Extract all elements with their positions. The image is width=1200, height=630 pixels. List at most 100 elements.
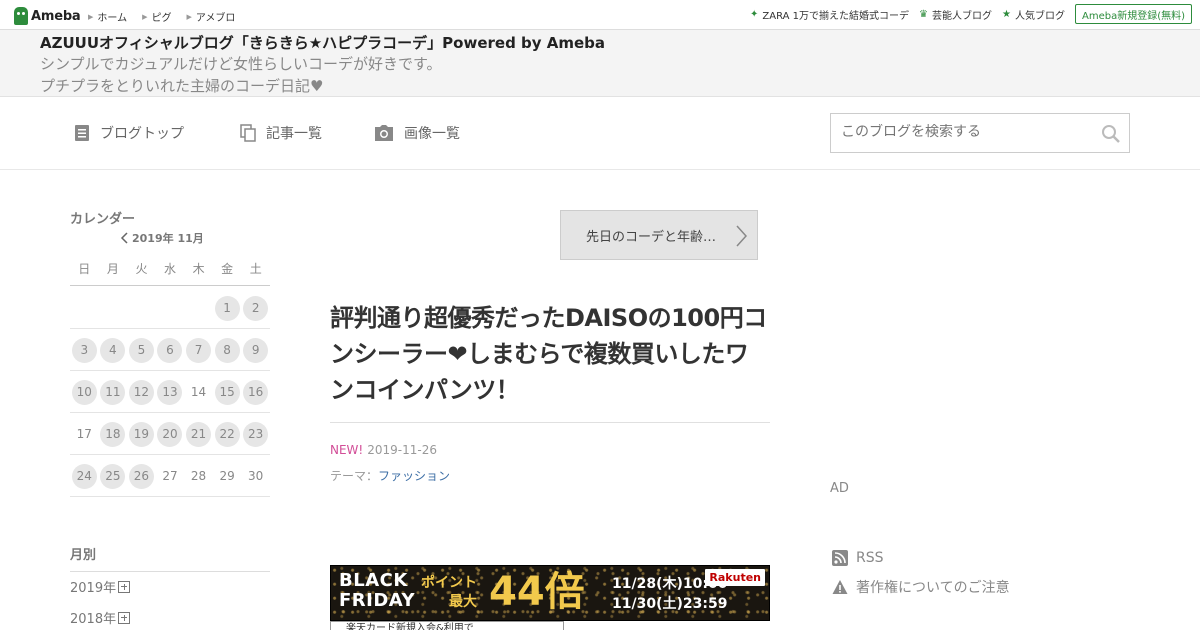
article-meta: NEW! 2019-11-26 bbox=[330, 443, 437, 457]
nav-link-pigg[interactable]: ▶ ピグ bbox=[142, 9, 171, 25]
blog-header: AZUUUオフィシャルブログ「きらきら★ハピプラコーデ」Powered by A… bbox=[0, 30, 1200, 97]
calendar-day: 28 bbox=[184, 455, 213, 497]
calendar-day-number: 20 bbox=[157, 421, 183, 447]
calendar-day-number bbox=[129, 296, 154, 321]
calendar-day[interactable]: 21 bbox=[184, 413, 213, 455]
chevron-right-icon: ▶ bbox=[186, 12, 192, 21]
calendar-day[interactable]: 22 bbox=[213, 413, 242, 455]
banner-text: 11/30(土)23:59 bbox=[612, 596, 728, 612]
document-icon bbox=[75, 125, 89, 141]
calendar-week-row: 3456789 bbox=[70, 329, 270, 371]
calendar-day: 17 bbox=[70, 413, 99, 455]
calendar-day-number: 5 bbox=[128, 337, 154, 363]
new-badge: NEW! bbox=[330, 443, 364, 457]
weekday-label: 日 bbox=[78, 262, 91, 276]
calendar-day-number bbox=[100, 296, 125, 321]
calendar-day[interactable]: 25 bbox=[99, 455, 128, 497]
calendar-day[interactable]: 8 bbox=[213, 329, 242, 371]
calendar-month: 2019年 11月 bbox=[120, 230, 204, 246]
calendar-day-number: 11 bbox=[100, 379, 126, 405]
expand-plus-icon[interactable] bbox=[118, 611, 131, 624]
link-popular-blog[interactable]: ★ 人気ブログ bbox=[1002, 7, 1065, 22]
calendar-week-row: 12 bbox=[70, 287, 270, 329]
calendar-day-number: 19 bbox=[128, 421, 154, 447]
theme-prefix: テーマ： bbox=[330, 469, 379, 483]
monthly-archive-item[interactable]: 2019年 bbox=[70, 577, 131, 596]
warning-icon bbox=[832, 580, 848, 594]
rss-link[interactable]: RSS bbox=[832, 550, 884, 566]
weekday-label: 水 bbox=[164, 262, 177, 276]
blog-description: シンプルでカジュアルだけど女性らしいコーデが好きです。 プチプラをとりいれた主婦… bbox=[40, 53, 442, 97]
calendar-day[interactable]: 16 bbox=[241, 371, 270, 413]
calendar-day[interactable]: 20 bbox=[156, 413, 185, 455]
calendar-day[interactable]: 1 bbox=[213, 287, 242, 329]
calendar-day-number: 4 bbox=[100, 337, 126, 363]
weekday-label: 金 bbox=[221, 262, 234, 276]
calendar-day-number: 6 bbox=[157, 337, 183, 363]
calendar-day bbox=[156, 287, 185, 329]
calendar-day[interactable]: 2 bbox=[241, 287, 270, 329]
calendar-day-number: 24 bbox=[71, 463, 97, 489]
ad-label: AD bbox=[830, 481, 849, 496]
banner-text: FRIDAY bbox=[339, 590, 416, 611]
banner-multiplier: 44倍 bbox=[489, 569, 585, 615]
theme-link[interactable]: ファッション bbox=[378, 469, 450, 483]
calendar-day[interactable]: 26 bbox=[127, 455, 156, 497]
copyright-notice-link[interactable]: 著作権についてのご注意 bbox=[832, 577, 1010, 597]
article-date: 2019-11-26 bbox=[367, 443, 437, 457]
monthly-archive-title: 月別 bbox=[70, 544, 270, 572]
banner-text: BLACK bbox=[339, 570, 408, 591]
search-input[interactable] bbox=[841, 124, 1091, 140]
calendar-day: 30 bbox=[241, 455, 270, 497]
rss-icon bbox=[832, 550, 848, 566]
calendar-day[interactable]: 11 bbox=[99, 371, 128, 413]
star-icon: ★ bbox=[1002, 8, 1011, 20]
calendar-day[interactable]: 4 bbox=[99, 329, 128, 371]
calendar-day[interactable]: 15 bbox=[213, 371, 242, 413]
nav-link-ameblo[interactable]: ▶ アメブロ bbox=[186, 9, 235, 25]
nav-blog-top[interactable]: ブログトップ bbox=[74, 123, 184, 143]
calendar-day[interactable]: 9 bbox=[241, 329, 270, 371]
article-title[interactable]: 評判通り超優秀だったDAISOの100円コンシーラー❤しまむらで複数買いしたワン… bbox=[330, 300, 770, 423]
calendar-day-number: 21 bbox=[186, 421, 212, 447]
logo-text: Ameba bbox=[31, 8, 81, 24]
nav-link-home[interactable]: ▶ ホーム bbox=[88, 9, 127, 25]
sparkle-icon: ✦ bbox=[750, 8, 759, 20]
next-article-button[interactable]: 先日のコーデと年齢… bbox=[560, 210, 758, 260]
calendar-day[interactable]: 6 bbox=[156, 329, 185, 371]
calendar-day-number bbox=[72, 296, 97, 321]
weekday-label: 土 bbox=[249, 262, 262, 276]
calendar-day[interactable]: 5 bbox=[127, 329, 156, 371]
calendar-month-label: 2019年 11月 bbox=[132, 232, 204, 245]
calendar-day[interactable]: 24 bbox=[70, 455, 99, 497]
nav-article-list[interactable]: 記事一覧 bbox=[240, 123, 322, 143]
signup-button[interactable]: Ameba新規登録(無料) bbox=[1074, 4, 1192, 24]
ameba-logo[interactable]: Ameba bbox=[14, 6, 81, 26]
chevron-right-icon bbox=[736, 225, 747, 247]
calendar-day[interactable]: 19 bbox=[127, 413, 156, 455]
chevron-left-icon[interactable] bbox=[120, 232, 128, 244]
calendar-day[interactable]: 10 bbox=[70, 371, 99, 413]
calendar-day[interactable]: 23 bbox=[241, 413, 270, 455]
calendar-day[interactable]: 12 bbox=[127, 371, 156, 413]
calendar-day-number: 8 bbox=[214, 337, 240, 363]
chevron-right-icon: ▶ bbox=[88, 12, 94, 21]
calendar-day[interactable]: 7 bbox=[184, 329, 213, 371]
calendar-day[interactable]: 13 bbox=[156, 371, 185, 413]
blog-title[interactable]: AZUUUオフィシャルブログ「きらきら★ハピプラコーデ」Powered by A… bbox=[40, 32, 605, 53]
nav-image-list[interactable]: 画像一覧 bbox=[374, 123, 460, 143]
calendar-day[interactable]: 3 bbox=[70, 329, 99, 371]
top-right-links: ✦ ZARA 1万で揃えた結婚式コーデ ♛ 芸能人ブログ ★ 人気ブログ Ame… bbox=[750, 4, 1192, 24]
monthly-archive-item[interactable]: 2018年 bbox=[70, 608, 131, 627]
calendar-day-number: 13 bbox=[157, 379, 183, 405]
search-icon[interactable] bbox=[1101, 124, 1121, 144]
rakuten-card-banner[interactable]: 楽天カード新規入会&利用で bbox=[330, 621, 564, 630]
link-celebrity-blog[interactable]: ♛ 芸能人ブログ bbox=[919, 7, 992, 22]
rakuten-black-friday-banner[interactable]: BLACK FRIDAY ポイント 最大 44倍 11/28(木)10:00〜 … bbox=[330, 565, 770, 621]
calendar-day[interactable]: 18 bbox=[99, 413, 128, 455]
calendar-day-number: 25 bbox=[100, 463, 126, 489]
next-article-label: 先日のコーデと年齢… bbox=[586, 229, 717, 245]
calendar-day-number: 10 bbox=[71, 379, 97, 405]
expand-plus-icon[interactable] bbox=[118, 580, 131, 593]
link-zara-coordinate[interactable]: ✦ ZARA 1万で揃えた結婚式コーデ bbox=[750, 7, 909, 22]
